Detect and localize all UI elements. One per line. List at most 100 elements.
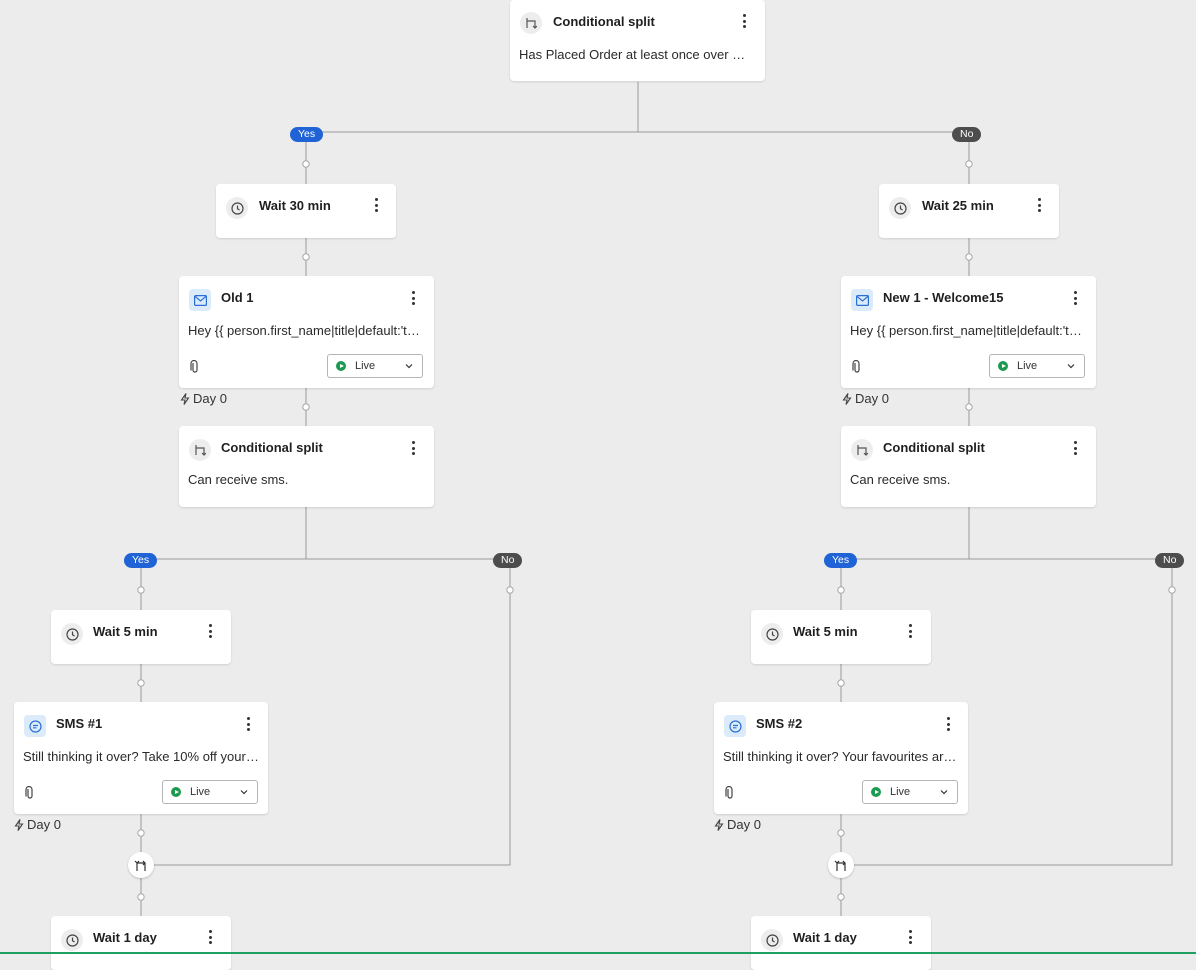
wait-1-day-right-card[interactable]: Wait 1 day xyxy=(751,916,931,970)
email-old-1-card[interactable]: Old 1 Hey {{ person.first_name|title|def… xyxy=(179,276,434,388)
status-label: Live xyxy=(190,786,211,798)
kebab-menu-icon[interactable] xyxy=(905,623,915,639)
node-title: New 1 - Welcome15 xyxy=(883,290,1004,305)
kebab-menu-icon[interactable] xyxy=(243,716,253,732)
node-description: Still thinking it over? Take 10% off you… xyxy=(23,749,259,764)
email-icon xyxy=(851,289,873,311)
delay-label: Day 0 xyxy=(842,391,889,406)
status-select[interactable]: Live xyxy=(989,354,1085,378)
kebab-menu-icon[interactable] xyxy=(1034,197,1044,213)
merge-icon[interactable] xyxy=(828,852,854,878)
wait-5-min-left-card[interactable]: Wait 5 min xyxy=(51,610,231,664)
sms-1-card[interactable]: SMS #1 Still thinking it over? Take 10% … xyxy=(14,702,268,814)
wait-5-min-right-card[interactable]: Wait 5 min xyxy=(751,610,931,664)
sms-conditional-split-right-card[interactable]: Conditional split Can receive sms. xyxy=(841,426,1096,507)
delay-label: Day 0 xyxy=(180,391,227,406)
wait-25-min-card[interactable]: Wait 25 min xyxy=(879,184,1059,238)
split-icon xyxy=(851,439,873,461)
sms-icon xyxy=(24,715,46,737)
play-icon xyxy=(871,787,881,797)
kebab-menu-icon[interactable] xyxy=(943,716,953,732)
wait-30-min-card[interactable]: Wait 30 min xyxy=(216,184,396,238)
delay-label: Day 0 xyxy=(714,817,761,832)
split-icon xyxy=(189,439,211,461)
node-description: Hey {{ person.first_name|title|default:'… xyxy=(850,323,1084,338)
kebab-menu-icon[interactable] xyxy=(205,623,215,639)
play-icon xyxy=(171,787,181,797)
kebab-menu-icon[interactable] xyxy=(408,440,418,456)
top-conditional-split-card[interactable]: Conditional split Has Placed Order at le… xyxy=(510,0,765,81)
status-label: Live xyxy=(890,786,911,798)
node-title: Old 1 xyxy=(221,290,254,305)
lightning-icon xyxy=(714,819,724,831)
node-description: Can receive sms. xyxy=(188,472,289,487)
delay-text: Day 0 xyxy=(193,391,227,406)
flow-canvas[interactable]: Conditional split Has Placed Order at le… xyxy=(0,0,1196,970)
status-label: Live xyxy=(355,360,376,372)
chevron-down-icon xyxy=(940,790,948,795)
split-icon xyxy=(520,12,542,34)
node-description: Still thinking it over? Your favourites … xyxy=(723,749,959,764)
chevron-down-icon xyxy=(405,364,413,369)
chevron-down-icon xyxy=(1067,364,1075,369)
email-new-1-welcome15-card[interactable]: New 1 - Welcome15 Hey {{ person.first_na… xyxy=(841,276,1096,388)
status-select[interactable]: Live xyxy=(162,780,258,804)
status-select[interactable]: Live xyxy=(327,354,423,378)
status-select[interactable]: Live xyxy=(862,780,958,804)
no-branch-label[interactable]: No xyxy=(952,127,982,142)
node-description: Hey {{ person.first_name|title|default:'… xyxy=(188,323,422,338)
lightning-icon xyxy=(180,393,190,405)
wait-1-day-left-card[interactable]: Wait 1 day xyxy=(51,916,231,970)
paperclip-icon xyxy=(190,360,198,373)
clock-icon xyxy=(61,623,83,645)
node-title: Conditional split xyxy=(553,14,655,29)
node-title: SMS #1 xyxy=(56,716,103,731)
yes-branch-label[interactable]: Yes xyxy=(124,553,158,568)
lightning-icon xyxy=(14,819,24,831)
yes-branch-label[interactable]: Yes xyxy=(824,553,858,568)
kebab-menu-icon[interactable] xyxy=(371,197,381,213)
kebab-menu-icon[interactable] xyxy=(905,929,915,945)
node-title: SMS #2 xyxy=(756,716,803,731)
yes-branch-label[interactable]: Yes xyxy=(290,127,324,142)
kebab-menu-icon[interactable] xyxy=(1070,440,1080,456)
node-description: Has Placed Order at least once over all … xyxy=(519,47,751,62)
chevron-down-icon xyxy=(240,790,248,795)
play-icon xyxy=(336,361,346,371)
clock-icon xyxy=(761,929,783,951)
status-label: Live xyxy=(1017,360,1038,372)
delay-text: Day 0 xyxy=(727,817,761,832)
clock-icon xyxy=(761,623,783,645)
clock-icon xyxy=(61,929,83,951)
paperclip-icon xyxy=(852,360,860,373)
node-title: Conditional split xyxy=(221,440,323,455)
delay-text: Day 0 xyxy=(855,391,889,406)
node-title: Wait 25 min xyxy=(922,198,994,213)
sms-icon xyxy=(724,715,746,737)
clock-icon xyxy=(889,197,911,219)
node-title: Wait 1 day xyxy=(93,930,157,945)
merge-icon[interactable] xyxy=(128,852,154,878)
no-branch-label[interactable]: No xyxy=(493,553,523,568)
sms-conditional-split-left-card[interactable]: Conditional split Can receive sms. xyxy=(179,426,434,507)
delay-text: Day 0 xyxy=(27,817,61,832)
kebab-menu-icon[interactable] xyxy=(205,929,215,945)
no-branch-label[interactable]: No xyxy=(1155,553,1185,568)
sms-2-card[interactable]: SMS #2 Still thinking it over? Your favo… xyxy=(714,702,968,814)
kebab-menu-icon[interactable] xyxy=(739,13,749,29)
delay-label: Day 0 xyxy=(14,817,61,832)
kebab-menu-icon[interactable] xyxy=(408,290,418,306)
paperclip-icon xyxy=(725,786,733,799)
paperclip-icon xyxy=(25,786,33,799)
node-title: Wait 30 min xyxy=(259,198,331,213)
node-title: Conditional split xyxy=(883,440,985,455)
play-icon xyxy=(998,361,1008,371)
node-description: Can receive sms. xyxy=(850,472,951,487)
node-title: Wait 5 min xyxy=(93,624,158,639)
node-title: Wait 5 min xyxy=(793,624,858,639)
clock-icon xyxy=(226,197,248,219)
email-icon xyxy=(189,289,211,311)
kebab-menu-icon[interactable] xyxy=(1070,290,1080,306)
node-title: Wait 1 day xyxy=(793,930,857,945)
lightning-icon xyxy=(842,393,852,405)
